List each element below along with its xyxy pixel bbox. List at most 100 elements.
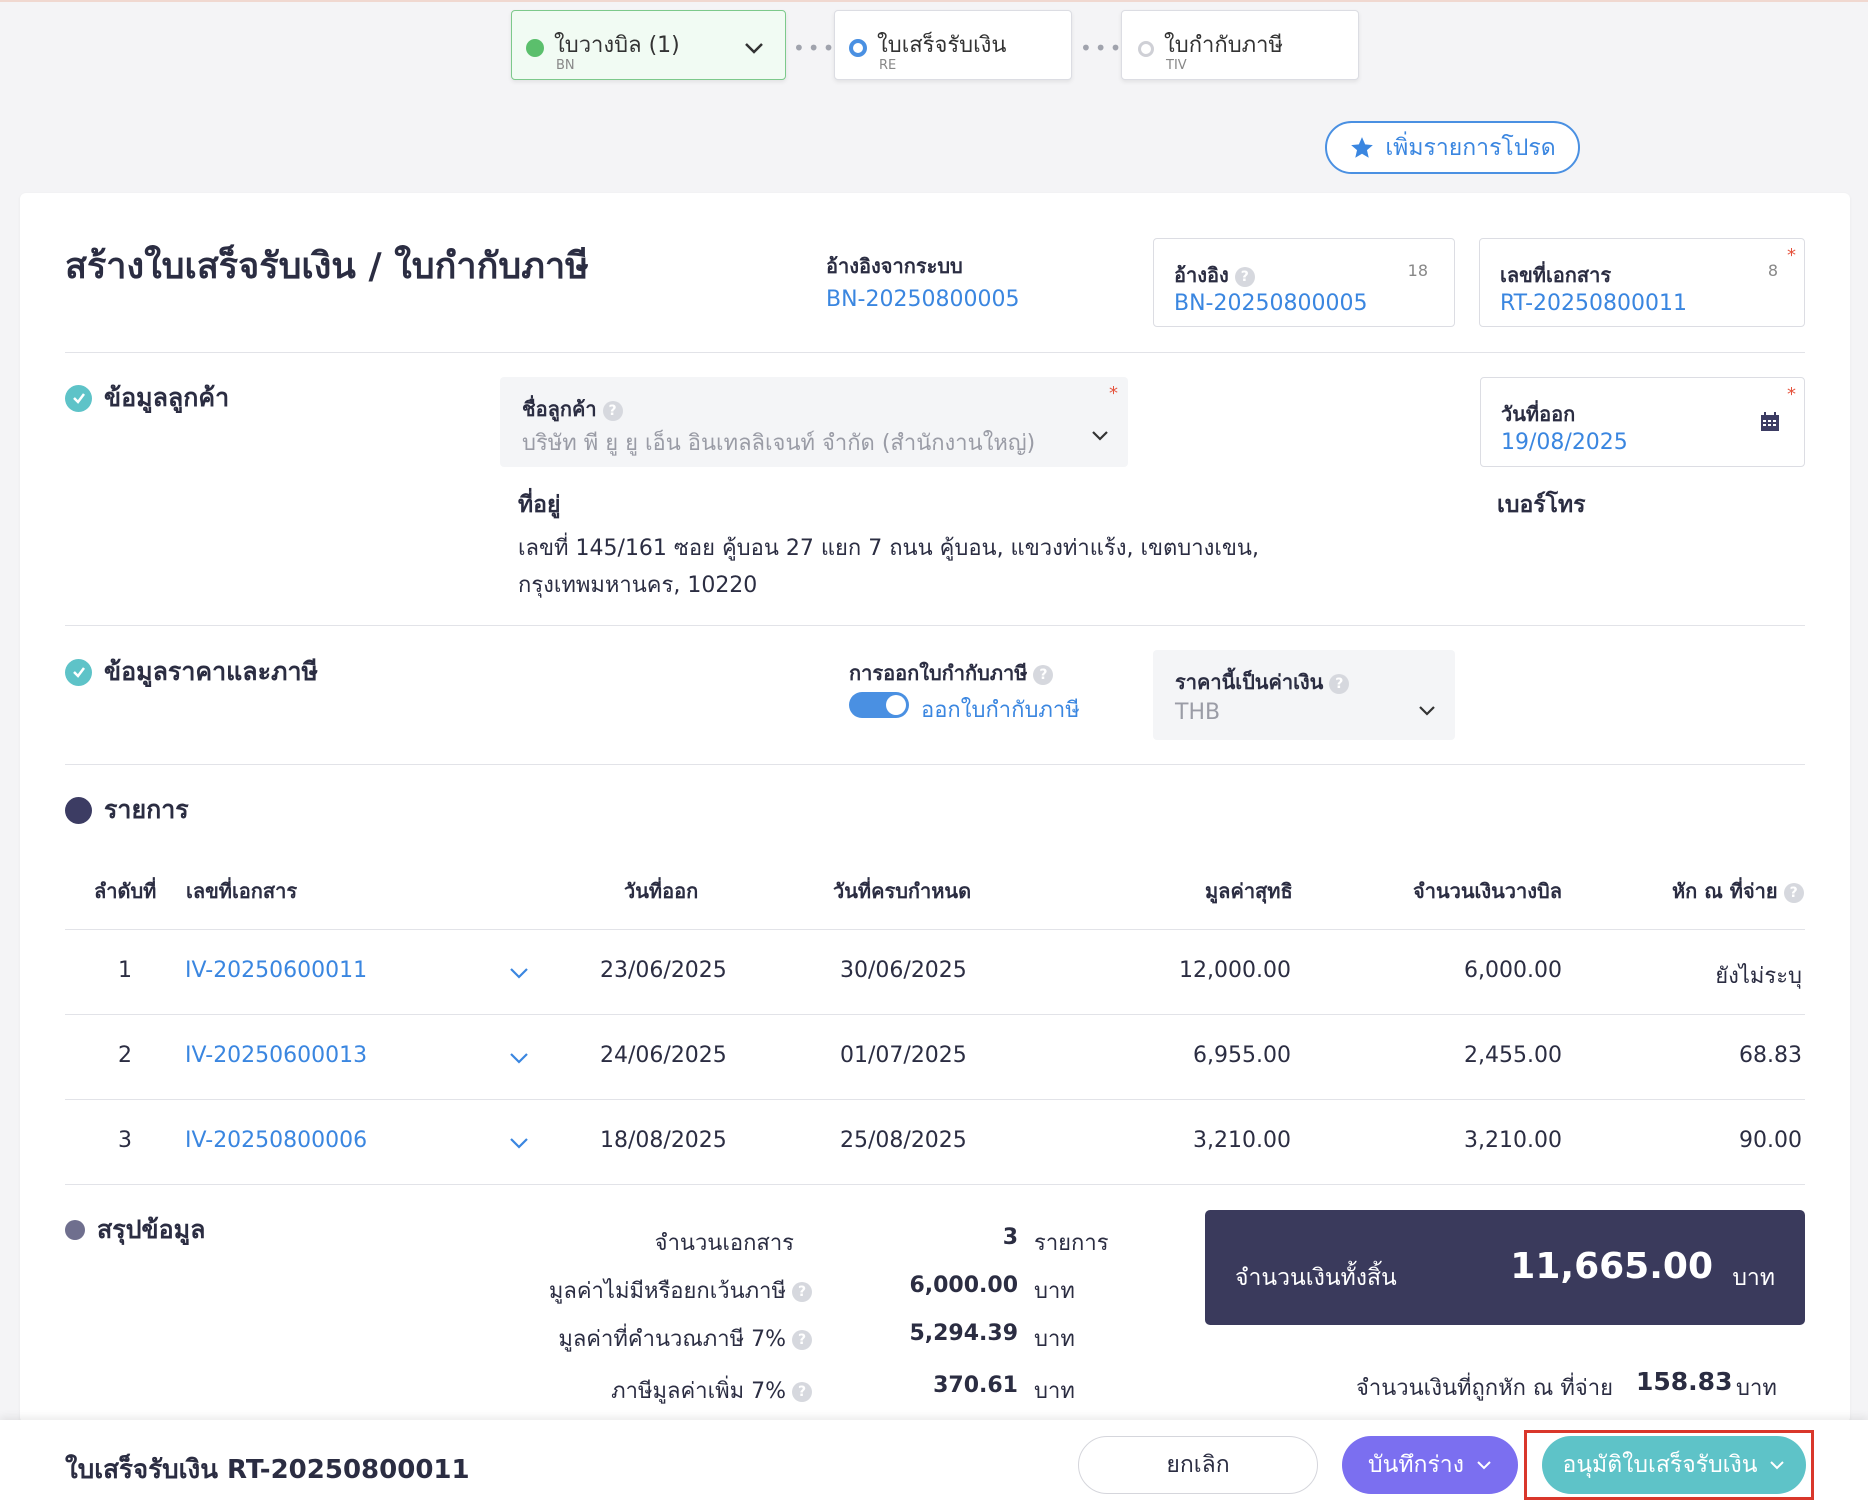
step-label: ใบเสร็จรับเงิน	[877, 33, 1007, 58]
chevron-down-icon[interactable]	[508, 1132, 530, 1154]
chevron-down-icon[interactable]	[743, 37, 765, 59]
reference-label: อ้างอิง?	[1174, 259, 1255, 291]
section-dot-icon	[65, 796, 92, 824]
currency-unit: บาท	[1034, 1279, 1075, 1304]
phone-label: เบอร์โทร	[1497, 492, 1586, 518]
system-reference-label: อ้างอิงจากระบบ	[826, 254, 963, 278]
system-reference-value[interactable]: BN-20250800005	[826, 287, 1019, 312]
row-billed-amount: 2,455.00	[1464, 1043, 1562, 1068]
column-header-net-value: มูลค่าสุทธิ	[1205, 879, 1293, 903]
document-number-field[interactable]: * เลขที่เอกสาร 8 RT-20250800011	[1479, 238, 1805, 327]
row-withholding: ยังไม่ระบุ	[1715, 964, 1802, 989]
required-mark: *	[1109, 383, 1118, 404]
issue-date-label: วันที่ออก	[1501, 402, 1576, 426]
row-divider	[65, 1014, 1805, 1015]
currency-label: ราคานี้เป็นค่าเงิน?	[1175, 666, 1350, 698]
row-number: 2	[118, 1043, 132, 1068]
row-billed-amount: 6,000.00	[1464, 958, 1562, 983]
grand-total-unit: บาท	[1732, 1265, 1775, 1291]
star-icon	[1351, 136, 1374, 158]
page-title: สร้างใบเสร็จรับเงิน / ใบกำกับภาษี	[65, 246, 589, 287]
help-icon[interactable]: ?	[792, 1330, 812, 1350]
row-number: 3	[118, 1128, 132, 1153]
currency-unit: บาท	[1034, 1379, 1075, 1404]
withheld-amount-unit: บาท	[1736, 1376, 1777, 1401]
row-due-date: 25/08/2025	[840, 1128, 967, 1153]
customer-select[interactable]: * ชื่อลูกค้า? บริษัท พี ยู ยู เอ็น อินเท…	[500, 377, 1128, 467]
save-draft-button[interactable]: บันทึกร่าง	[1342, 1436, 1518, 1494]
step-tax-invoice[interactable]: ใบกำกับภาษี TIV	[1121, 10, 1359, 80]
section-dot-icon	[65, 1220, 85, 1240]
price-section-title: ข้อมูลราคาและภาษี	[104, 657, 318, 686]
row-withholding: 68.83	[1739, 1043, 1802, 1068]
step-billing-note[interactable]: ใบวางบิล (1) BN	[511, 10, 786, 80]
tax-invoice-toggle-label: ออกใบกำกับภาษี	[921, 698, 1080, 723]
chevron-down-icon	[1419, 706, 1435, 716]
help-icon[interactable]: ?	[1783, 882, 1804, 903]
row-due-date: 30/06/2025	[840, 958, 967, 983]
document-number-label: เลขที่เอกสาร	[1500, 263, 1612, 287]
row-billed-amount: 3,210.00	[1464, 1128, 1562, 1153]
summary-section-header: สรุปข้อมูล	[65, 1210, 205, 1250]
step-label: ใบวางบิล (1)	[554, 33, 680, 58]
doc-count-label: จำนวนเอกสาร	[654, 1231, 794, 1256]
vat-label: ภาษีมูลค่าเพิ่ม 7%?	[611, 1373, 812, 1408]
row-net-value: 6,955.00	[1193, 1043, 1291, 1068]
issue-date-field[interactable]: * วันที่ออก 19/08/2025	[1480, 377, 1805, 467]
currency-select[interactable]: ราคานี้เป็นค่าเงิน? THB	[1153, 650, 1455, 740]
grand-total-label: จำนวนเงินทั้งสิ้น	[1235, 1265, 1397, 1291]
withheld-amount-label: จำนวนเงินที่ถูกหัก ณ ที่จ่าย	[1356, 1376, 1613, 1401]
divider	[65, 625, 1805, 626]
row-divider	[65, 1184, 1805, 1185]
reference-field[interactable]: อ้างอิง? 18 BN-20250800005	[1153, 238, 1455, 327]
help-icon[interactable]: ?	[1033, 664, 1054, 685]
taxable-value-label: มูลค่าที่คำนวณภาษี 7%?	[558, 1321, 812, 1356]
exempt-value-label: มูลค่าไม่มีหรือยกเว้นภาษี?	[549, 1273, 812, 1308]
price-section-header: ข้อมูลราคาและภาษี	[65, 652, 318, 692]
table-header-divider	[65, 929, 1805, 930]
divider	[65, 764, 1805, 765]
add-favorite-button[interactable]: เพิ่มรายการโปรด	[1325, 121, 1580, 174]
row-issue-date: 24/06/2025	[600, 1043, 727, 1068]
tax-invoice-label: การออกใบกำกับภาษี?	[849, 657, 1054, 689]
help-icon[interactable]: ?	[1329, 673, 1350, 694]
check-icon	[65, 384, 92, 412]
row-issue-date: 18/08/2025	[600, 1128, 727, 1153]
row-divider	[65, 1099, 1805, 1100]
customer-section-header: ข้อมูลลูกค้า	[65, 378, 229, 418]
help-icon[interactable]: ?	[792, 1382, 812, 1402]
calendar-icon[interactable]	[1760, 412, 1780, 432]
check-icon	[65, 658, 92, 686]
char-count: 8	[1767, 261, 1778, 280]
chevron-down-icon[interactable]	[508, 962, 530, 984]
column-header-withholding: หัก ณ ที่จ่าย?	[1672, 875, 1804, 907]
row-document-link[interactable]: IV-20250800006	[185, 1128, 367, 1153]
summary-section-title: สรุปข้อมูล	[97, 1215, 206, 1244]
step-label: ใบกำกับภาษี	[1164, 33, 1284, 58]
required-mark: *	[1787, 245, 1796, 266]
step-code: TIV	[1166, 58, 1187, 73]
footer-document-title: ใบเสร็จรับเงิน RT-20250800011	[65, 1455, 470, 1485]
pending-step-icon	[1138, 41, 1154, 57]
help-icon[interactable]: ?	[602, 400, 623, 421]
reference-input[interactable]: BN-20250800005	[1174, 291, 1367, 316]
document-number-input[interactable]: RT-20250800011	[1500, 291, 1687, 316]
tax-invoice-toggle[interactable]	[849, 692, 909, 718]
customer-name-value: บริษัท พี ยู ยู เอ็น อินเทลลิเจนท์ จำกัด…	[522, 431, 1036, 456]
customer-section-title: ข้อมูลลูกค้า	[104, 383, 230, 412]
cancel-button[interactable]: ยกเลิก	[1078, 1436, 1318, 1494]
row-net-value: 12,000.00	[1179, 958, 1291, 983]
step-receipt[interactable]: ใบเสร็จรับเงิน RE	[834, 10, 1072, 80]
row-document-link[interactable]: IV-20250600013	[185, 1043, 367, 1068]
grand-total-value: 11,665.00	[1510, 1246, 1713, 1287]
row-document-link[interactable]: IV-20250600011	[185, 958, 367, 983]
taxable-value: 5,294.39	[909, 1321, 1018, 1346]
doc-count-unit: รายการ	[1034, 1231, 1109, 1256]
cancel-label: ยกเลิก	[1166, 1452, 1230, 1478]
issue-date-value[interactable]: 19/08/2025	[1501, 430, 1628, 455]
vat-value: 370.61	[933, 1373, 1018, 1398]
help-icon[interactable]: ?	[1234, 266, 1255, 287]
help-icon[interactable]: ?	[792, 1282, 812, 1302]
chevron-down-icon[interactable]	[508, 1047, 530, 1069]
column-header-no: ลำดับที่	[94, 879, 157, 903]
